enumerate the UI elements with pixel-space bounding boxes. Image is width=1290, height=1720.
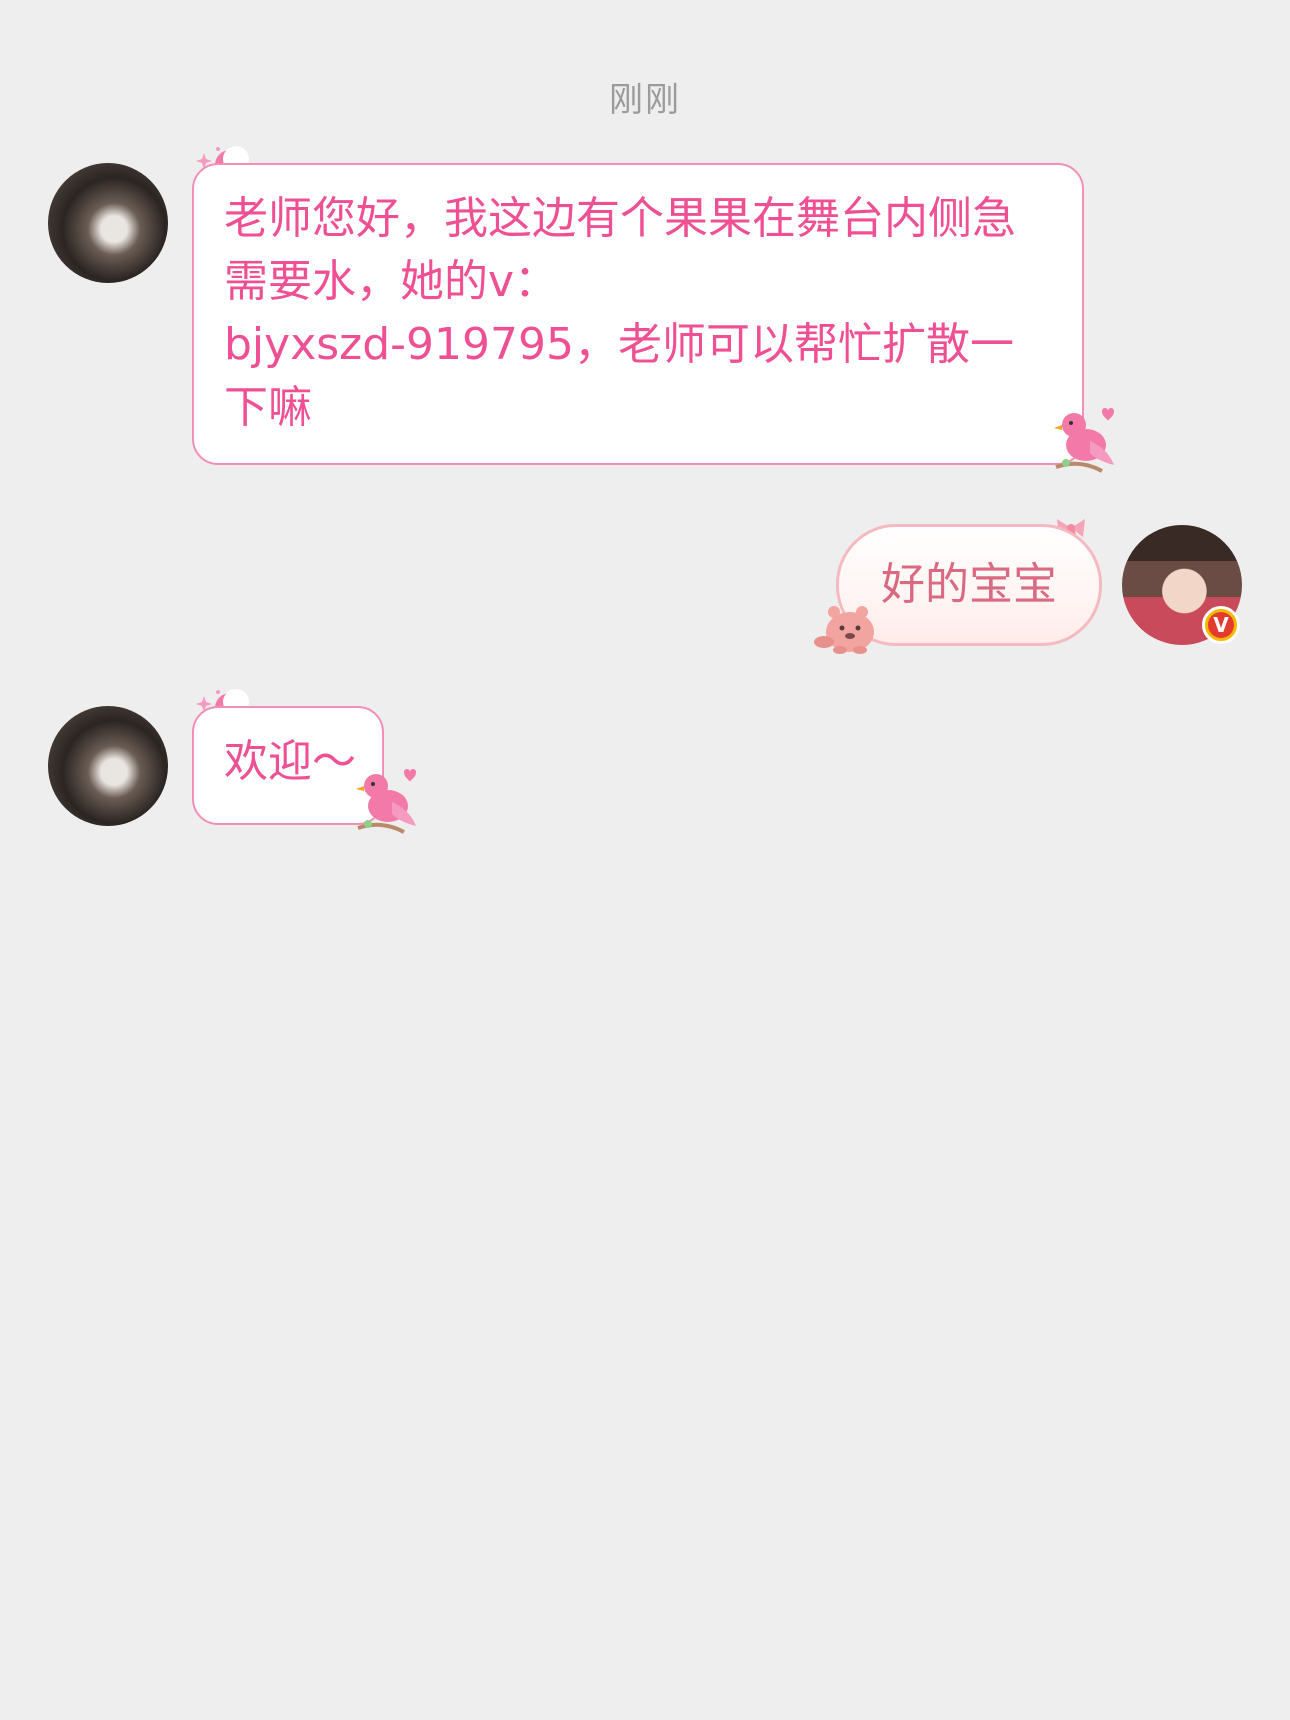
message-text: 好的宝宝 [881,559,1057,610]
avatar-teacher[interactable] [48,163,168,283]
bird-sticker-icon [1054,408,1114,473]
message-bubble[interactable]: 老师您好，我这边有个果果在舞台内侧急需要水，她的v： bjyxszd-91979… [192,163,1084,465]
avatar-teacher[interactable] [48,706,168,826]
message-text: 老师您好，我这边有个果果在舞台内侧急需要水，她的v： bjyxszd-91979… [224,193,1016,433]
beaver-sticker-icon [814,606,874,654]
timestamp: 刚刚 [609,80,681,120]
verified-badge-icon: V [1202,606,1240,644]
bird-sticker-icon [356,769,416,834]
message-text: 欢迎～ [224,736,356,787]
